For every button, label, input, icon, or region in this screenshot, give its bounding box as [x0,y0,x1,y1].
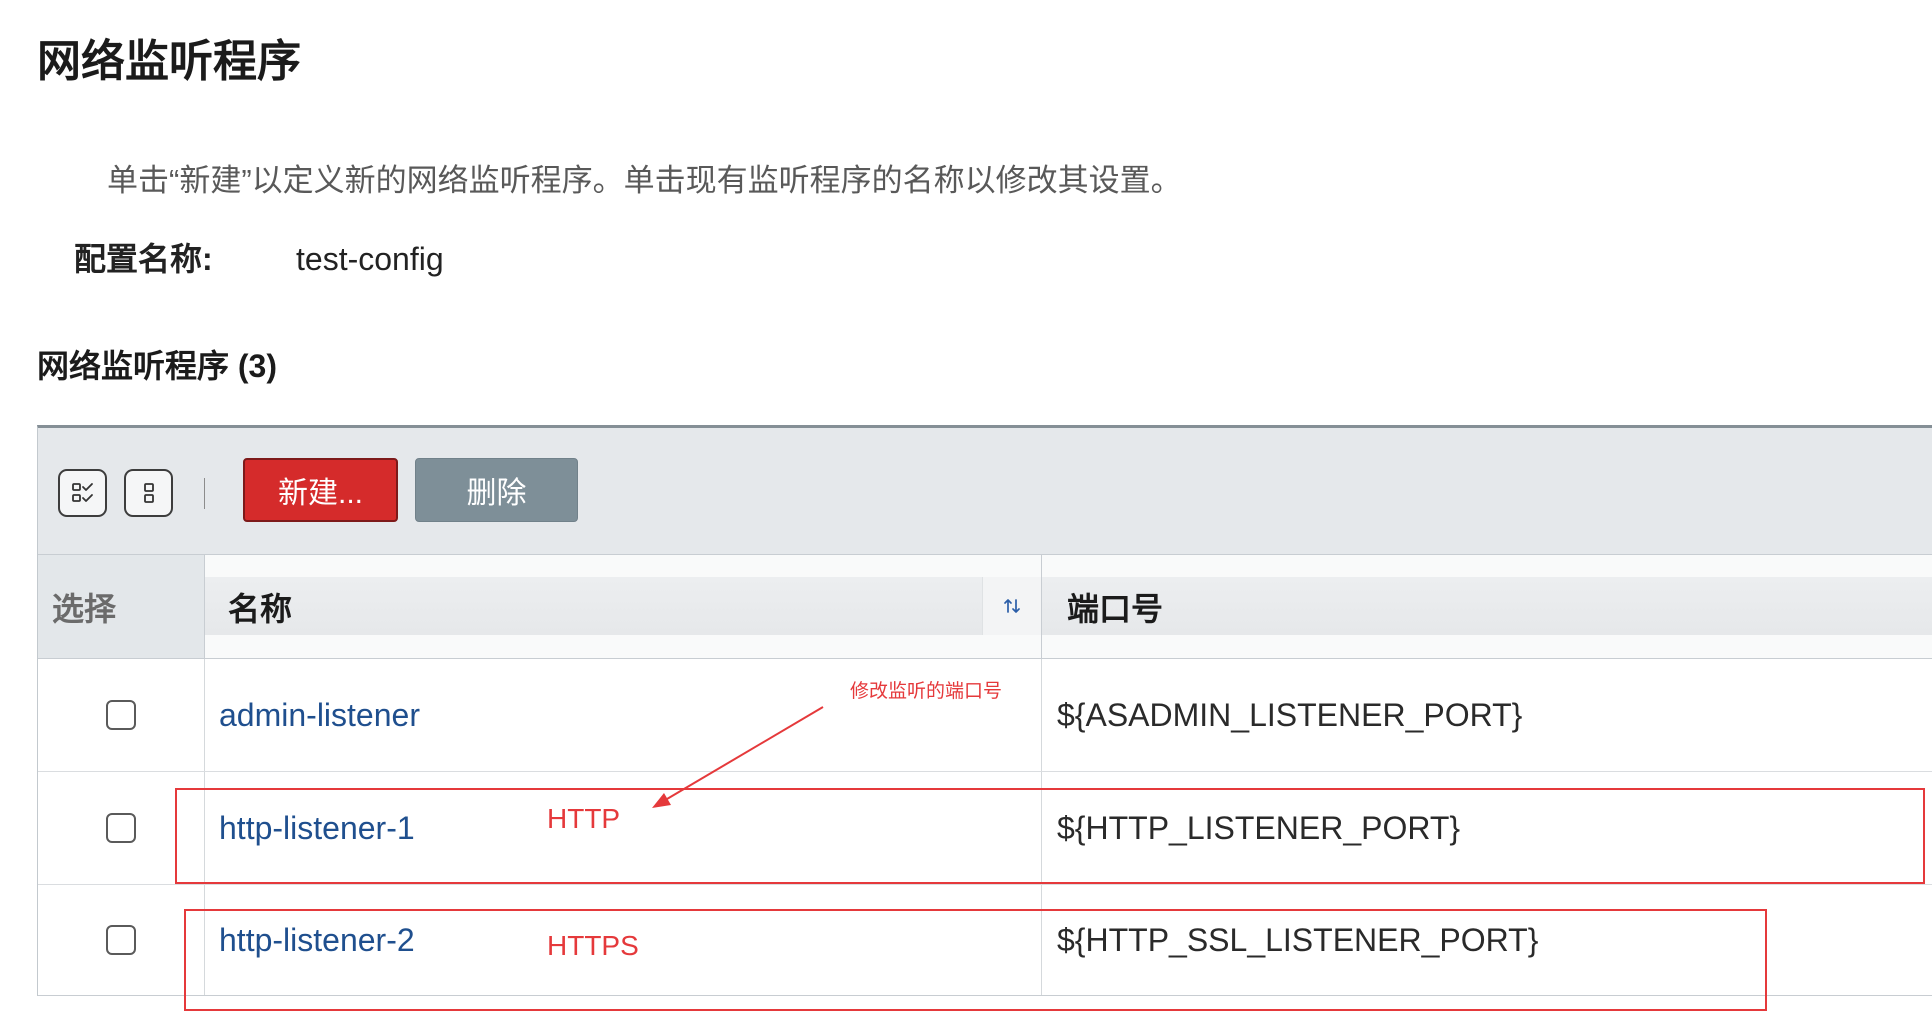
column-header-select: 选择 [38,555,205,658]
column-header-name-label: 名称 [228,590,293,627]
new-listener-button[interactable]: 新建... [243,458,398,522]
page-title: 网络监听程序 [37,37,301,86]
row-name-cell: http-listener-1 [205,772,1042,884]
column-header-name[interactable]: 名称 [205,555,1042,658]
annotation-note: 修改监听的端口号 [850,681,1003,702]
row-select-cell [38,885,205,995]
sort-icon [1003,597,1021,615]
row-select-cell [38,659,205,771]
listener-name-link[interactable]: admin-listener [219,697,420,734]
annotation-http-label: HTTP [547,803,621,834]
column-header-port: 端口号 [1042,555,1932,658]
listener-name-link[interactable]: http-listener-1 [219,810,415,847]
column-header-select-label: 选择 [52,590,117,627]
listeners-section-title: 网络监听程序 (3) [37,348,278,384]
table-row: http-listener-2 ${HTTP_SSL_LISTENER_PORT… [38,885,1932,996]
row-checkbox[interactable] [106,925,136,955]
table-row: http-listener-1 ${HTTP_LISTENER_PORT} [38,772,1932,885]
row-port-cell: ${ASADMIN_LISTENER_PORT} [1057,696,1523,733]
row-checkbox[interactable] [106,813,136,843]
listeners-table: 新建... 删除 选择 名称 端口号 admin-listener ${ASAD… [37,425,1932,996]
config-name-value: test-config [296,241,444,277]
table-toolbar: 新建... 删除 [38,428,1932,555]
row-checkbox[interactable] [106,700,136,730]
deselect-all-icon [135,479,163,507]
annotation-https-label: HTTPS [547,930,639,961]
column-header-port-label: 端口号 [1067,590,1164,627]
row-name-cell: admin-listener [205,659,1042,771]
select-all-button[interactable] [58,469,107,517]
table-row: admin-listener ${ASADMIN_LISTENER_PORT} [38,659,1932,772]
page-description: 单击“新建”以定义新的网络监听程序。单击现有监听程序的名称以修改其设置。 [107,163,1182,198]
config-name-label: 配置名称: [74,241,213,277]
delete-listener-button[interactable]: 删除 [415,458,578,522]
row-select-cell [38,772,205,884]
row-port-cell: ${HTTP_SSL_LISTENER_PORT} [1057,921,1539,958]
row-port-cell: ${HTTP_LISTENER_PORT} [1057,809,1461,846]
sort-button[interactable] [982,577,1041,635]
table-header-row: 选择 名称 端口号 [38,555,1932,659]
listener-name-link[interactable]: http-listener-2 [219,922,415,959]
deselect-all-button[interactable] [124,469,173,517]
select-all-icon [69,479,97,507]
toolbar-separator [204,478,205,509]
